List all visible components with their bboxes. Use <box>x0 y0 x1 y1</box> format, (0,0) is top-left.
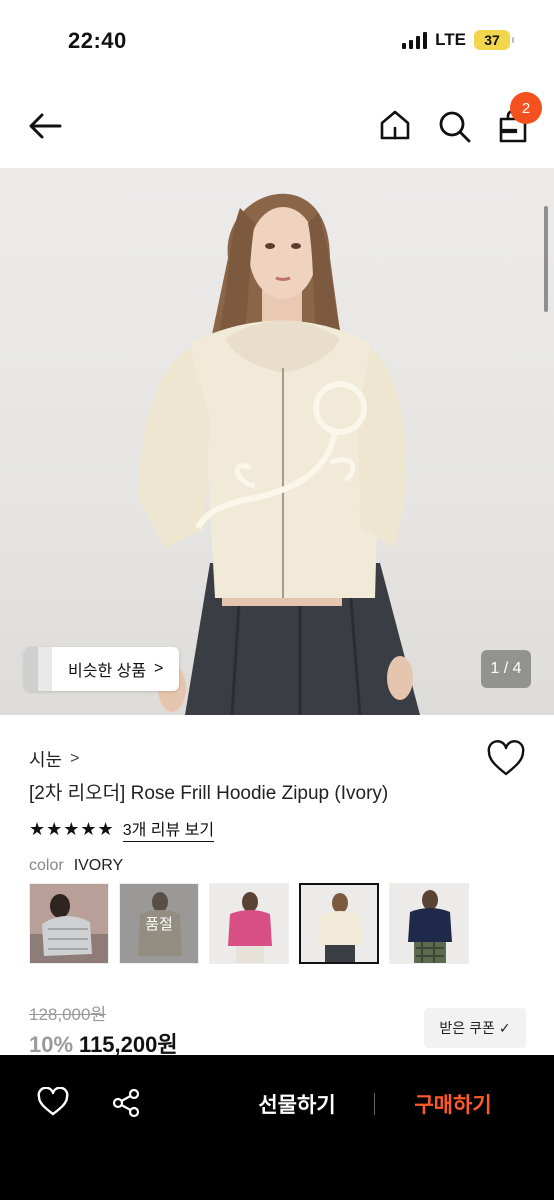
battery-icon: 37 <box>474 30 514 50</box>
image-page-indicator: 1 / 4 <box>481 650 531 688</box>
variant-image <box>301 885 377 962</box>
coupon-button[interactable]: 받은 쿠폰 ✓ <box>424 1008 526 1048</box>
color-value: IVORY <box>73 857 124 874</box>
chevron-right-icon: > <box>154 660 164 677</box>
signal-icon <box>402 31 428 49</box>
similar-products-button[interactable]: 비슷한 상품 > <box>24 647 180 691</box>
color-row: color IVORY <box>29 857 123 875</box>
review-link[interactable]: 3개 리뷰 보기 <box>122 816 215 842</box>
status-bar: 22:40 LTE 37 <box>0 0 554 80</box>
search-icon[interactable] <box>436 108 472 144</box>
heart-outline-icon[interactable] <box>37 1087 69 1117</box>
battery-level: 37 <box>484 32 500 48</box>
variant-thumb-pink[interactable] <box>209 883 289 964</box>
variant-thumb-grey[interactable] <box>29 883 109 964</box>
variant-thumb-ivory[interactable] <box>299 883 379 964</box>
arrow-left-icon[interactable] <box>26 110 66 142</box>
star-rating-icon: ★★★★★ <box>29 818 115 839</box>
variant-image <box>390 884 468 963</box>
brand-name: 시눈 <box>29 750 63 770</box>
rating-row: ★★★★★ 3개 리뷰 보기 <box>29 816 215 842</box>
bottom-action-bar: 선물하기 구매하기 <box>0 1055 554 1200</box>
variant-image <box>210 884 288 963</box>
scroll-indicator <box>544 206 548 312</box>
cart-count-badge: 2 <box>510 92 542 124</box>
similar-products-label: 비슷한 상품 <box>68 663 147 680</box>
check-icon: ✓ <box>498 1019 511 1036</box>
product-title: [2차 리오더] Rose Frill Hoodie Zipup (Ivory) <box>29 783 389 804</box>
coupon-label: 받은 쿠폰 <box>439 1020 495 1036</box>
status-indicators: LTE 37 <box>402 30 514 50</box>
share-icon[interactable] <box>110 1087 142 1119</box>
product-image <box>138 193 420 715</box>
home-icon[interactable] <box>378 108 412 142</box>
status-time: 22:40 <box>68 28 127 53</box>
variant-thumb-beige[interactable]: 품절 <box>119 883 199 964</box>
gift-button[interactable]: 선물하기 <box>233 1089 361 1119</box>
heart-icon[interactable] <box>486 740 526 778</box>
nav-bar <box>0 88 554 164</box>
soldout-overlay: 품절 <box>120 884 198 963</box>
color-variant-list: 품절 <box>29 883 469 964</box>
network-label: LTE <box>435 30 466 49</box>
variant-thumb-navy[interactable] <box>389 883 469 964</box>
product-image-carousel[interactable]: 비슷한 상품 > 1 / 4 <box>0 168 554 715</box>
variant-image <box>30 884 108 963</box>
buy-button[interactable]: 구매하기 <box>394 1089 512 1119</box>
brand-link[interactable]: 시눈 > <box>29 746 79 772</box>
divider <box>374 1093 375 1115</box>
chevron-right-icon: > <box>70 750 80 767</box>
color-key: color <box>29 857 64 874</box>
original-price: 128,000원 <box>29 1005 107 1024</box>
similar-thumbnails <box>24 647 52 691</box>
